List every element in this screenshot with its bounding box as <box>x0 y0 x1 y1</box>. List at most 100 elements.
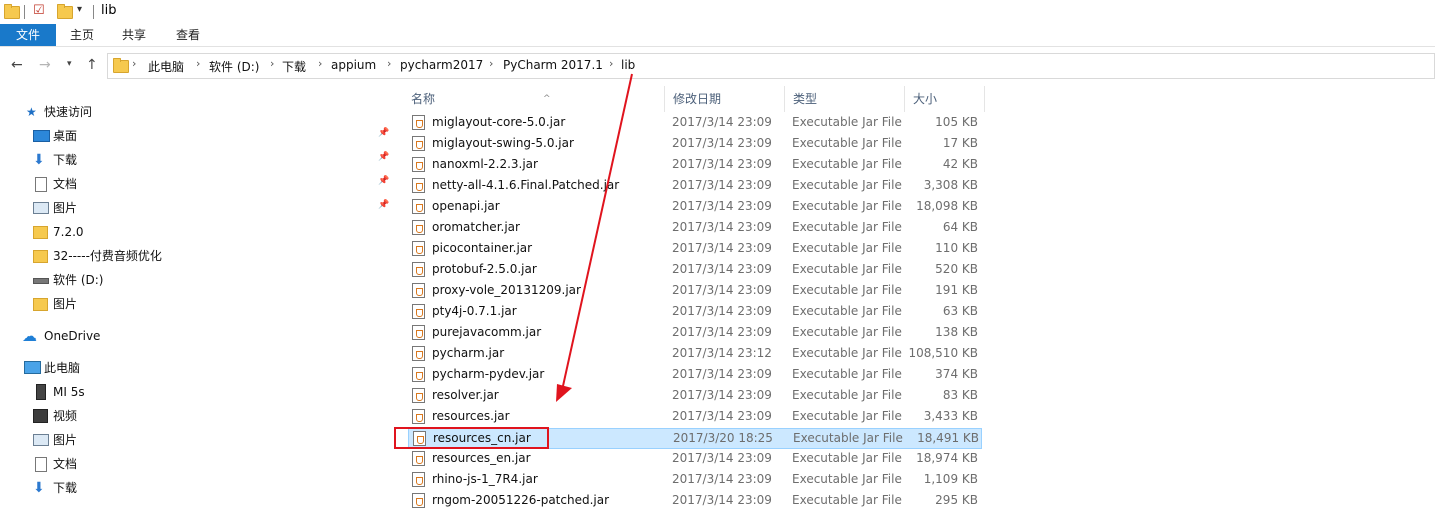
breadcrumb-item[interactable]: appium <box>331 58 376 72</box>
new-folder-icon[interactable] <box>57 4 73 19</box>
file-row[interactable]: resolver.jar 2017/3/14 23:09 Executable Ja… <box>408 386 982 407</box>
file-size: 3,308 KB <box>923 178 978 192</box>
file-size: 17 KB <box>942 136 978 150</box>
chevron-right-icon[interactable]: › <box>387 57 391 70</box>
file-row[interactable]: pty4j-0.7.1.jar 2017/3/14 23:09 Executable… <box>408 302 982 323</box>
file-name: miglayout-swing-5.0.jar <box>432 136 574 150</box>
jar-file-icon <box>412 241 425 256</box>
file-row[interactable]: netty-all-4.1.6.Final.Patched.jar 2017/3/… <box>408 176 982 197</box>
file-type: Executable Jar File <box>792 325 902 339</box>
file-size: 105 KB <box>935 115 978 129</box>
file-name: netty-all-4.1.6.Final.Patched.jar <box>432 178 620 192</box>
forward-arrow-icon[interactable]: → <box>39 57 51 73</box>
chevron-right-icon[interactable]: › <box>132 57 136 70</box>
file-size: 374 KB <box>935 367 978 381</box>
sidebar-item-label: 7.2.0 <box>53 225 84 239</box>
jar-file-icon <box>412 262 425 277</box>
tab-share[interactable]: 共享 <box>112 24 156 46</box>
pin-icon[interactable]: 📌 <box>378 152 389 162</box>
file-row[interactable]: proxy-vole_20131209.jar 2017/3/14 23:09 Ex… <box>408 281 982 302</box>
file-date: 2017/3/14 23:09 <box>672 178 772 192</box>
file-size: 295 KB <box>935 493 978 507</box>
recent-locations-icon[interactable]: ▾ <box>67 59 72 69</box>
file-row[interactable]: miglayout-core-5.0.jar 2017/3/14 23:09 Exe… <box>408 113 982 134</box>
file-row[interactable]: rhino-js-1_7R4.jar 2017/3/14 23:09 Executa… <box>408 470 982 491</box>
computer-icon <box>24 361 41 374</box>
drive-icon <box>33 278 49 284</box>
jar-file-icon <box>412 304 425 319</box>
chevron-right-icon[interactable]: › <box>318 57 322 70</box>
file-type: Executable Jar File <box>792 157 902 171</box>
file-name: openapi.jar <box>432 199 500 213</box>
chevron-right-icon[interactable]: › <box>196 57 200 70</box>
breadcrumb-item[interactable]: 此电脑 <box>148 58 184 75</box>
file-type: Executable Jar File <box>792 409 902 423</box>
file-type: Executable Jar File <box>792 346 902 360</box>
file-type: Executable Jar File <box>792 199 902 213</box>
sidebar-item-label: 视频 <box>53 409 78 423</box>
chevron-right-icon[interactable]: › <box>609 57 613 70</box>
jar-file-icon <box>412 220 425 235</box>
file-row[interactable]: picocontainer.jar 2017/3/14 23:09 Executab… <box>408 239 982 260</box>
file-row[interactable]: rngom-20051226-patched.jar 2017/3/14 23:0… <box>408 491 982 512</box>
back-arrow-icon[interactable]: ← <box>11 57 23 73</box>
file-row[interactable]: resources.jar 2017/3/14 23:09 Executable J… <box>408 407 982 428</box>
pin-icon[interactable]: 📌 <box>378 128 389 138</box>
up-arrow-icon[interactable]: ↑ <box>86 57 98 73</box>
file-date: 2017/3/14 23:09 <box>672 136 772 150</box>
star-icon: ★ <box>26 105 37 119</box>
breadcrumb-item[interactable]: lib <box>621 58 635 72</box>
file-name: miglayout-core-5.0.jar <box>432 115 566 129</box>
file-size: 42 KB <box>942 157 978 171</box>
cloud-icon: ☁ <box>22 327 37 345</box>
breadcrumb-item[interactable]: pycharm2017 <box>400 58 483 72</box>
chevron-right-icon[interactable]: › <box>489 57 493 70</box>
file-name: resources.jar <box>432 409 510 423</box>
sidebar-item-label: MI 5s <box>53 385 85 399</box>
tab-view[interactable]: 查看 <box>166 24 210 46</box>
file-size: 191 KB <box>935 283 978 297</box>
file-row[interactable]: pycharm.jar 2017/3/14 23:12 Executable Jar… <box>408 344 982 365</box>
jar-file-icon <box>412 388 425 403</box>
column-header-size[interactable]: 大小 <box>905 86 985 112</box>
address-bar[interactable]: › 此电脑 › 软件 (D:) › 下载 › appium › pycharm2… <box>107 53 1435 79</box>
column-header-name-label: 名称 <box>411 92 436 106</box>
file-row[interactable]: protobuf-2.5.0.jar 2017/3/14 23:09 Executa… <box>408 260 982 281</box>
file-row[interactable]: resources_en.jar 2017/3/14 23:09 Executabl… <box>408 449 982 470</box>
sidebar-item-label: 此电脑 <box>44 361 81 375</box>
jar-file-icon <box>412 451 425 466</box>
file-row[interactable]: openapi.jar 2017/3/14 23:09 Executable Jar… <box>408 197 982 218</box>
file-row[interactable]: pycharm-pydev.jar 2017/3/14 23:09 Executab… <box>408 365 982 386</box>
file-type: Executable Jar File <box>792 388 902 402</box>
file-row[interactable]: nanoxml-2.2.3.jar 2017/3/14 23:09 Executab… <box>408 155 982 176</box>
pin-icon[interactable]: 📌 <box>378 200 389 210</box>
file-row[interactable]: oromatcher.jar 2017/3/14 23:09 Executable … <box>408 218 982 239</box>
file-type: Executable Jar File <box>792 304 902 318</box>
file-date: 2017/3/14 23:09 <box>672 388 772 402</box>
file-name: pycharm-pydev.jar <box>432 367 545 381</box>
separator <box>24 5 25 19</box>
properties-icon[interactable]: ☑ <box>33 3 45 18</box>
file-date: 2017/3/20 18:25 <box>673 431 773 445</box>
file-row[interactable]: purejavacomm.jar 2017/3/14 23:09 Executabl… <box>408 323 982 344</box>
file-size: 520 KB <box>935 262 978 276</box>
jar-file-icon <box>412 157 425 172</box>
jar-file-icon <box>412 136 425 151</box>
tab-home[interactable]: 主页 <box>60 24 104 46</box>
sidebar-item-label: OneDrive <box>44 329 101 343</box>
document-icon <box>35 457 47 472</box>
phone-icon <box>36 384 46 400</box>
column-header-name[interactable]: 名称 ^ <box>403 86 665 112</box>
tab-file[interactable]: 文件 <box>0 24 56 46</box>
chevron-right-icon[interactable]: › <box>270 57 274 70</box>
file-date: 2017/3/14 23:12 <box>672 346 772 360</box>
column-header-date[interactable]: 修改日期 <box>665 86 785 112</box>
breadcrumb-item[interactable]: 软件 (D:) <box>209 58 259 75</box>
file-name: pty4j-0.7.1.jar <box>432 304 517 318</box>
customize-toolbar-icon[interactable]: ▾ <box>77 4 82 15</box>
breadcrumb-item[interactable]: PyCharm 2017.1 <box>503 58 603 72</box>
breadcrumb-item[interactable]: 下载 <box>282 58 306 75</box>
column-header-type[interactable]: 类型 <box>785 86 905 112</box>
pin-icon[interactable]: 📌 <box>378 176 389 186</box>
file-row[interactable]: miglayout-swing-5.0.jar 2017/3/14 23:09 Ex… <box>408 134 982 155</box>
